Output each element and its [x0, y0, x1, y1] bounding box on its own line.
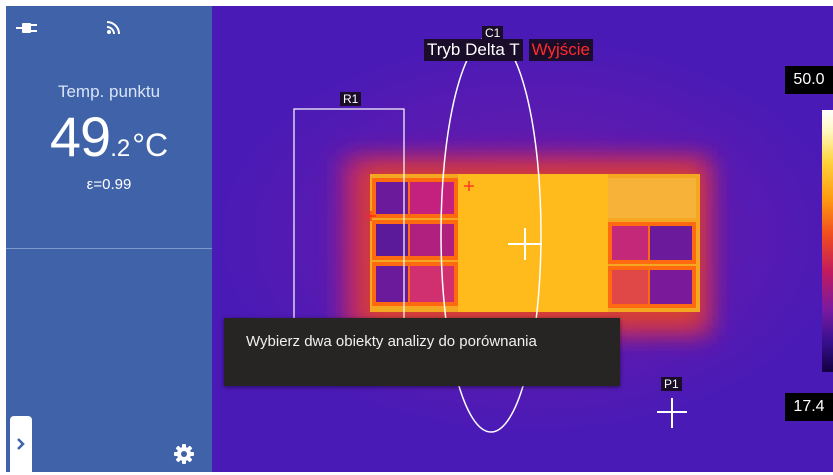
wifi-signal-icon — [106, 20, 120, 39]
p1-crosshair-icon[interactable] — [657, 398, 687, 428]
readout-value-integer: 49 — [49, 105, 111, 168]
right-cells — [608, 178, 696, 308]
gear-icon — [174, 444, 194, 464]
c1-tag: C1 — [482, 26, 504, 40]
chevron-right-icon — [17, 438, 25, 450]
readout-value-decimal: .2 — [110, 135, 131, 162]
exit-button[interactable]: Wyjście — [528, 39, 593, 61]
readout-label: Temp. punktu — [57, 82, 161, 101]
mode-label: Tryb Delta T — [424, 39, 523, 61]
readout-value: 49.2°C — [6, 104, 212, 169]
readout-unit: °C — [132, 127, 169, 163]
screen: Temp. punktu 49.2°C ε=0.99 C1 R1 P1 Tryb… — [0, 0, 833, 475]
settings-button[interactable] — [173, 443, 195, 469]
thermal-image[interactable]: C1 R1 P1 — [212, 6, 833, 472]
r1-tag: R1 — [340, 92, 362, 106]
p1-tag: P1 — [661, 377, 682, 391]
panel-divider — [6, 248, 212, 249]
expand-panel-button[interactable] — [10, 416, 32, 472]
info-panel: Temp. punktu 49.2°C ε=0.99 — [6, 6, 212, 472]
scale-min-value: 17.4 — [785, 393, 833, 421]
scale-max-value: 50.0 — [785, 66, 833, 94]
color-palette-bar — [822, 110, 833, 372]
toast-message: Wybierz dwa obiekty analizy do porównani… — [224, 318, 620, 386]
power-plug-icon — [16, 20, 38, 39]
left-cells — [372, 178, 458, 306]
emissivity-value: ε=0.99 — [86, 176, 132, 193]
mode-header: Tryb Delta T Wyjście — [424, 39, 593, 61]
thermal-overlay — [293, 35, 712, 433]
